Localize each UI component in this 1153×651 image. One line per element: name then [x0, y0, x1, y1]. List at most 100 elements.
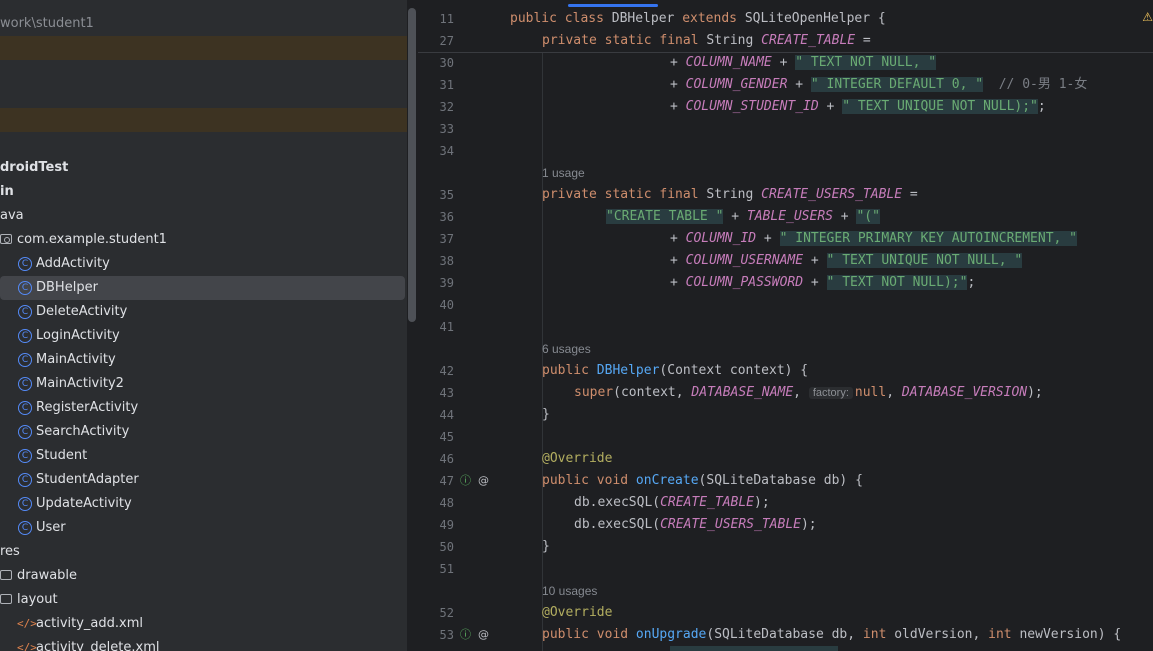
tree-item-class-selected[interactable]: C DBHelper [0, 276, 405, 300]
keyword: public [542, 363, 597, 378]
class-icon: C [18, 281, 32, 295]
warning-icon[interactable]: ⚠ [1142, 10, 1153, 24]
operator: + [771, 55, 796, 70]
operator: + [723, 209, 747, 224]
project-row-highlighted[interactable] [0, 36, 407, 60]
constant: CREATE_TABLE [761, 33, 856, 48]
constant: COLUMN_ID [685, 231, 757, 246]
project-scrollbar[interactable] [408, 8, 416, 322]
line-number: 48 [439, 496, 454, 510]
line-number: 53 [439, 628, 454, 642]
code-line: private static final String CREATE_TABLE… [542, 30, 871, 52]
line-number: 32 [439, 100, 454, 114]
tree-item-class[interactable]: C AddActivity [0, 252, 407, 276]
class-icon: C [18, 497, 32, 511]
operator: ; [967, 275, 976, 290]
override-icon[interactable]: @ [478, 470, 489, 492]
operator: + [803, 275, 827, 290]
code-line: super(context, DATABASE_NAME, factory: nu… [574, 382, 1043, 404]
tree-item-label: DBHelper [36, 280, 98, 295]
operator: + [670, 99, 686, 114]
constant: CREATE_TABLE [660, 495, 755, 510]
override-icon[interactable]: @ [478, 624, 489, 646]
parameters: oldVersion, [894, 627, 989, 642]
type: String [706, 187, 762, 202]
class-name: SQLiteOpenHelper { [744, 11, 886, 26]
constant: DATABASE_NAME [691, 385, 794, 400]
tree-item-class[interactable]: C SearchActivity [0, 420, 407, 444]
operator: + [818, 99, 843, 114]
tree-item-label: UpdateActivity [36, 496, 132, 511]
tree-item-class[interactable]: C DeleteActivity [0, 300, 407, 324]
operator: + [803, 253, 827, 268]
tree-item-class[interactable]: C UpdateActivity [0, 492, 407, 516]
line-number: 30 [439, 56, 454, 70]
keyword: private static final [542, 33, 707, 48]
tree-item-main[interactable]: in [0, 180, 407, 204]
keyword: public class [510, 11, 612, 26]
tree-item-label: in [0, 184, 14, 199]
line-number: 44 [439, 408, 454, 422]
keyword: super [574, 385, 614, 400]
operator: + [832, 209, 857, 224]
tree-item-class[interactable]: C Student [0, 444, 407, 468]
keyword: int [862, 627, 895, 642]
line-number: 49 [439, 518, 454, 532]
tree-item-label: DeleteActivity [36, 304, 128, 319]
folder-icon [0, 570, 12, 580]
tree-item-androidtest[interactable]: droidTest [0, 156, 407, 180]
class-icon: C [18, 377, 32, 391]
string-literal: " INTEGER PRIMARY KEY AUTOINCREMENT, " [779, 231, 1078, 246]
keyword: int [988, 627, 1020, 642]
string-literal: " TEXT UNIQUE NOT NULL);" [842, 99, 1038, 114]
string-literal: "(" [856, 209, 880, 224]
line-number: 27 [439, 34, 454, 48]
project-path-row[interactable]: work\student1 [0, 12, 407, 36]
tree-item-label: ava [0, 208, 24, 223]
project-tool-window: work\student1 droidTest in ava com.examp… [0, 0, 407, 651]
implements-icon[interactable]: ⓘ [460, 624, 471, 646]
code-editor[interactable]: ⚠ 11 public class DBHelper extends SQLit… [418, 0, 1153, 651]
code-line: db.execSQL(CREATE_USERS_TABLE); [574, 514, 817, 536]
class-icon: C [18, 449, 32, 463]
tree-item-class[interactable]: C User [0, 516, 407, 540]
tree-item-class[interactable]: C RegisterActivity [0, 396, 407, 420]
method-name: onCreate [635, 473, 699, 488]
class-icon: C [18, 473, 32, 487]
tree-item-xml[interactable]: </> activity_add.xml [0, 612, 407, 636]
tree-item-class[interactable]: C StudentAdapter [0, 468, 407, 492]
constant: DATABASE_VERSION [901, 385, 1028, 400]
tree-item-folder[interactable]: layout [0, 588, 407, 612]
code-line: + COLUMN_NAME + " TEXT NOT NULL, " [670, 52, 937, 74]
tree-item-class[interactable]: C MainActivity2 [0, 372, 407, 396]
tree-item-label: LoginActivity [36, 328, 120, 343]
tree-item-class[interactable]: C MainActivity [0, 348, 407, 372]
project-row-highlighted[interactable] [0, 108, 407, 132]
usages-hint[interactable]: 1 usage [542, 162, 585, 184]
line-number: 35 [439, 188, 454, 202]
tree-item-package[interactable]: com.example.student1 [0, 228, 407, 252]
line-number: 51 [439, 562, 454, 576]
operator: + [670, 55, 686, 70]
operator: + [756, 231, 780, 246]
class-icon: C [18, 521, 32, 535]
usages-hint[interactable]: 10 usages [542, 580, 597, 602]
implements-icon[interactable]: ⓘ [460, 470, 471, 492]
line-number: 46 [439, 452, 454, 466]
tree-item-java[interactable]: ava [0, 204, 407, 228]
line-number: 41 [439, 320, 454, 334]
keyword: extends [682, 11, 745, 26]
constant: COLUMN_STUDENT_ID [685, 99, 819, 114]
tree-item-label: droidTest [0, 160, 69, 175]
line-number: 36 [439, 210, 454, 224]
tree-item-res[interactable]: res [0, 540, 407, 564]
tree-item-xml[interactable]: </> activity_delete.xml [0, 636, 407, 651]
constant: CREATE_USERS_TABLE [660, 517, 801, 532]
keyword: private static final [542, 187, 707, 202]
tree-item-class[interactable]: C LoginActivity [0, 324, 407, 348]
method-call: db.execSQL( [574, 517, 661, 532]
string-literal: "CREATE TABLE " [606, 209, 724, 224]
tree-item-folder[interactable]: drawable [0, 564, 407, 588]
usages-hint[interactable]: 6 usages [542, 338, 591, 360]
constant: COLUMN_NAME [685, 55, 772, 70]
